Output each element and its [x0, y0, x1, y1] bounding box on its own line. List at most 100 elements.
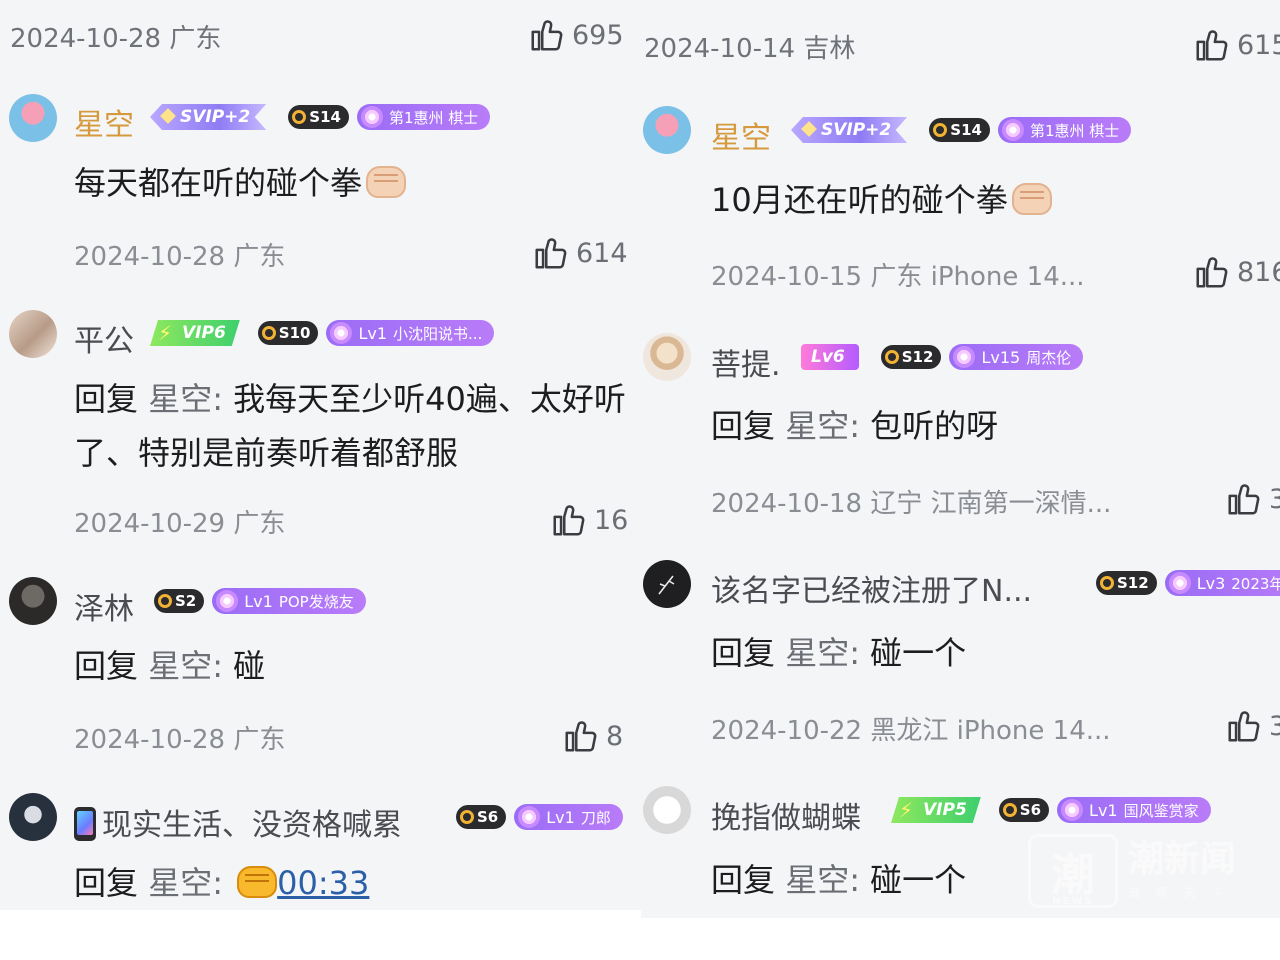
comment-text: 回复 星空: 碰一个	[711, 634, 967, 672]
username[interactable]: 平公	[74, 316, 134, 360]
season-badge: S14	[929, 118, 990, 142]
spark-icon	[953, 346, 976, 368]
badge-group: SVIP+2 S14 第1惠州 棋士	[150, 104, 491, 130]
comment-text: 每天都在听的碰个拳	[74, 158, 407, 204]
thumbs-up-icon	[535, 238, 567, 269]
badge-group: Lv6 S12 Lv15 周杰伦	[801, 344, 1084, 370]
username[interactable]: 星空	[711, 113, 771, 157]
fist-emoji-icon	[1011, 183, 1052, 215]
spark-icon	[518, 806, 541, 828]
thumbs-up-icon	[531, 20, 563, 51]
feather-icon	[658, 575, 675, 595]
fan-tag-badge: Lv1 POP发烧友	[212, 588, 366, 614]
season-ring-icon	[1002, 803, 1017, 817]
timestamp-link[interactable]: 00:33	[277, 864, 369, 902]
avatar[interactable]	[9, 310, 57, 358]
badge-group: S6 Lv1 刀郎	[456, 804, 623, 830]
username[interactable]: 现实生活、没资格喊累	[74, 800, 402, 844]
comment-meta: 2024-10-22 黑龙江 iPhone 14...	[711, 716, 1111, 746]
like-button[interactable]: 8	[562, 717, 623, 755]
phone-emoji-icon	[74, 807, 96, 841]
fan-tag-badge: Lv1 国风鉴赏家	[1057, 797, 1211, 823]
season-badge: S2	[154, 589, 205, 613]
news-logo: 潮 NEWS	[1027, 834, 1118, 908]
like-button[interactable]: 3	[1225, 707, 1280, 745]
watermark-title: 潮新闻	[1127, 838, 1236, 880]
fan-tag-badge: Lv32023年度	[1164, 570, 1280, 596]
fan-tag-badge: Lv15 周杰伦	[949, 344, 1084, 370]
like-count: 8	[606, 720, 624, 752]
spark-icon	[216, 590, 239, 612]
fist-emoji-icon	[366, 166, 407, 198]
like-button[interactable]: 695	[528, 16, 624, 54]
spark-icon	[1001, 119, 1024, 141]
svip-badge: SVIP+2	[791, 117, 908, 143]
avatar[interactable]	[9, 793, 57, 841]
comment-text: 回复 星空: 包听的呀	[711, 407, 999, 445]
like-count: 614	[576, 237, 628, 269]
avatar[interactable]	[643, 333, 691, 381]
like-button[interactable]: 614	[532, 234, 628, 272]
badge-group: SVIP+2 S14 第1惠州 棋士	[791, 117, 1132, 143]
spark-icon	[360, 106, 383, 128]
like-count: 816	[1237, 256, 1280, 288]
season-ring-icon	[1100, 576, 1114, 590]
avatar[interactable]	[9, 577, 57, 625]
season-badge: S12	[1096, 571, 1157, 595]
vip-badge: ⚡ VIP6	[150, 320, 240, 346]
fan-tag-badge: Lv1 小沈阳说书...	[326, 320, 495, 346]
season-ring-icon	[460, 810, 474, 824]
like-button[interactable]: 3	[1225, 480, 1280, 518]
season-badge: S6	[998, 798, 1050, 822]
comment-text: 回复 星空: 碰一个	[711, 861, 967, 899]
fist-emoji-icon	[237, 866, 278, 898]
diamond-icon	[801, 121, 817, 137]
thumbs-up-icon	[1228, 484, 1260, 515]
comment-meta: 2024-10-15 广东 iPhone 14...	[711, 262, 1085, 292]
lightning-icon: ⚡	[158, 321, 173, 345]
thumbs-up-icon	[553, 505, 585, 536]
thumbs-up-icon	[1196, 30, 1228, 61]
comment-meta: 2024-10-29 广东	[74, 509, 286, 539]
comment-meta: 2024-10-18 辽宁 江南第一深情...	[711, 489, 1112, 519]
season-ring-icon	[933, 123, 948, 137]
season-ring-icon	[292, 110, 307, 124]
like-button[interactable]: 816	[1193, 253, 1280, 291]
level-badge: Lv6	[801, 344, 859, 370]
comment-meta: 2024-10-28 广东	[74, 725, 286, 755]
season-badge: S6	[456, 805, 507, 829]
username[interactable]: 挽指做蝴蝶	[711, 793, 861, 837]
like-button[interactable]: 615	[1193, 26, 1280, 64]
avatar[interactable]	[643, 786, 691, 834]
like-count: 3	[1269, 710, 1280, 742]
svip-badge: SVIP+2	[150, 104, 267, 130]
spark-icon	[330, 322, 353, 344]
lightning-icon: ⚡	[899, 798, 914, 822]
username[interactable]: 泽林	[74, 584, 134, 628]
avatar[interactable]	[643, 560, 691, 608]
avatar[interactable]	[9, 94, 57, 142]
season-ring-icon	[158, 594, 172, 608]
thumbs-up-icon	[1228, 711, 1260, 742]
badge-group: ⚡ VIP5 S6 Lv1 国风鉴赏家	[891, 797, 1211, 823]
comment-text: 回复 星空: 我每天至少听40遍、太好听	[74, 380, 626, 418]
thumbs-up-icon	[1196, 257, 1228, 288]
season-ring-icon	[261, 326, 276, 340]
username[interactable]: 该名字已经被注册了N...	[711, 566, 1032, 610]
season-ring-icon	[884, 350, 899, 364]
comment-meta: 2024-10-14 吉林	[644, 34, 856, 64]
season-badge: S12	[880, 345, 942, 369]
like-button[interactable]: 16	[550, 501, 628, 539]
watermark-subtitle: 潮 闻 天 下	[1127, 885, 1230, 900]
badge-group: S2 Lv1 POP发烧友	[154, 588, 366, 614]
avatar[interactable]	[643, 106, 691, 154]
news-watermark: 潮 NEWS 潮新闻 潮 闻 天 下	[1027, 834, 1236, 908]
badge-group: ⚡ VIP6 S10 Lv1 小沈阳说书...	[150, 320, 495, 346]
comment-text-continued: 了、特别是前奏听着都舒服	[74, 434, 459, 472]
comment-meta: 2024-10-28 广东	[10, 24, 222, 54]
username[interactable]: 星空	[74, 100, 134, 144]
username[interactable]: 菩提.	[711, 340, 781, 384]
like-count: 615	[1237, 29, 1280, 61]
fan-tag-badge: Lv1 刀郎	[514, 804, 623, 830]
like-count: 16	[594, 504, 629, 536]
